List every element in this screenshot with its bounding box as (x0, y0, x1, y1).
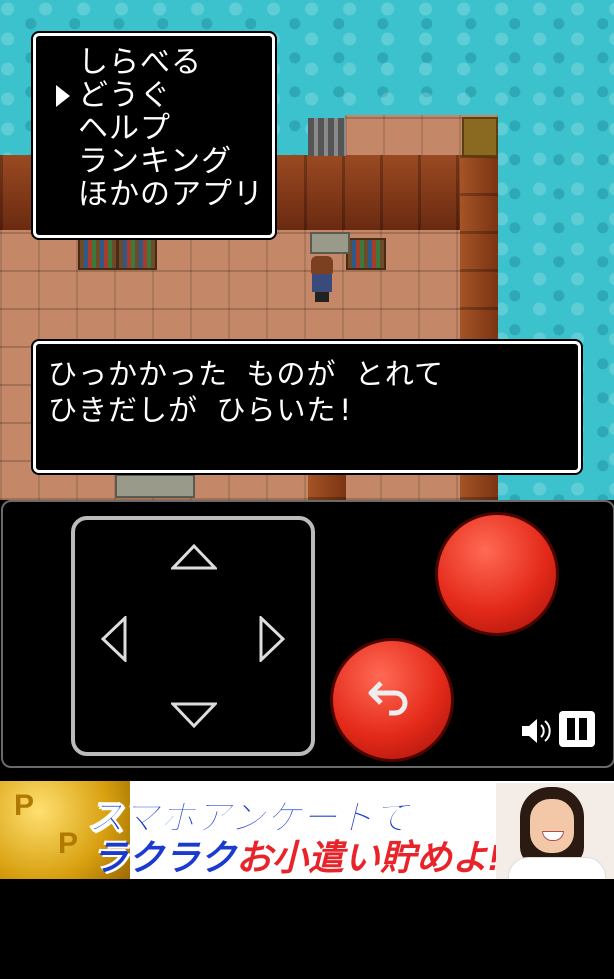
stairs (308, 118, 346, 156)
arrow-right-icon[interactable] (259, 616, 285, 662)
arrow-down-icon[interactable] (171, 702, 217, 728)
command-menu: しらべる どうぐ ヘルプ ランキング ほかのアプリ (33, 33, 275, 238)
ad-subheadline: ラクラクお小遣い貯めよ! (92, 837, 501, 878)
pause-button[interactable] (559, 711, 595, 747)
menu-item-other-apps[interactable]: ほかのアプリ (78, 178, 272, 211)
cursor-icon (56, 85, 70, 107)
menu-item-ranking[interactable]: ランキング (78, 145, 272, 178)
back-button[interactable] (330, 638, 454, 762)
ad-banner[interactable]: P P スマホアンケートで ラクラクお小遣い貯めよ! (0, 781, 614, 879)
arrow-left-icon[interactable] (101, 616, 127, 662)
menu-item-items[interactable]: どうぐ (56, 79, 272, 112)
message-window[interactable]: ひっかかった ものが とれて ひきだしが ひらいた! (33, 341, 581, 473)
door (462, 117, 498, 157)
speaker-icon[interactable] (520, 717, 554, 745)
dpad[interactable] (71, 516, 315, 756)
menu-item-help[interactable]: ヘルプ (78, 112, 272, 145)
ad-model-photo (496, 783, 614, 879)
bench (115, 474, 195, 498)
bookshelf (346, 238, 386, 270)
arrow-up-icon[interactable] (171, 544, 217, 570)
bookshelf (78, 238, 118, 270)
desk (310, 232, 350, 254)
a-button[interactable] (435, 512, 559, 636)
undo-icon (368, 681, 408, 716)
bookshelf (117, 238, 157, 270)
player-character (307, 256, 337, 302)
message-line-2: ひきだしが ひらいた! (48, 393, 355, 427)
message-line-1: ひっかかった ものが とれて (48, 357, 445, 391)
controller-panel (1, 500, 614, 768)
menu-item-examine[interactable]: しらべる (78, 46, 272, 79)
